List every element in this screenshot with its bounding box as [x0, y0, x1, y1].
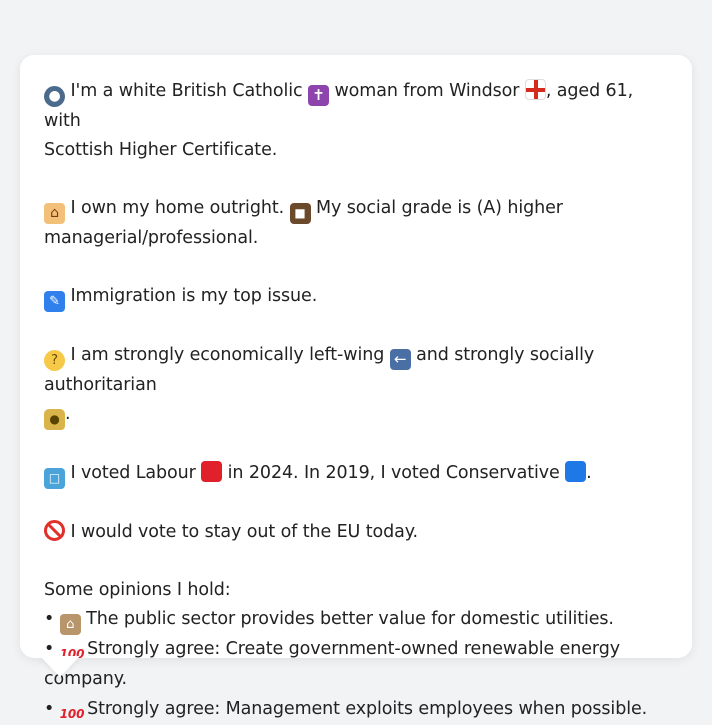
housing-text-c: managerial/professional. — [44, 228, 259, 248]
identity-text-b: woman from Windsor — [334, 81, 520, 101]
ideology-text-c: . — [65, 404, 71, 424]
latin-cross-icon: ✝ — [307, 85, 329, 106]
prohibited-icon — [44, 520, 65, 541]
opinions-list: • ⌂ The public sector provides better va… — [44, 605, 668, 725]
list-item: • 100 Strongly agree: Create government-… — [44, 639, 620, 689]
profile-card: ● I'm a white British Catholic ✝ woman f… — [20, 55, 692, 721]
voting-paragraph: □ I voted Labour in 2024. In 2019, I vot… — [44, 459, 668, 489]
ideology-text-a: I am strongly economically left-wing — [70, 345, 385, 365]
voting-text-b: in 2024. In 2019, I voted Conservative — [227, 463, 560, 483]
opinion-text: The public sector provides better value … — [86, 609, 614, 629]
identity-text-d: Scottish Higher Certificate. — [44, 140, 278, 160]
opinion-text: Strongly agree: Management exploits empl… — [87, 698, 648, 719]
opinion-text: Strongly agree: Create government-owned … — [44, 639, 620, 689]
ideology-paragraph: ? I am strongly economically left-wing ←… — [44, 341, 668, 430]
england-flag-icon — [524, 79, 546, 100]
thinking-face-icon: ? — [44, 350, 65, 371]
identity-paragraph: ● I'm a white British Catholic ✝ woman f… — [44, 77, 668, 165]
opinions-heading: Some opinions I hold: — [44, 580, 231, 600]
house-icon: ⌂ — [44, 203, 65, 224]
speech-bubble-tail — [40, 656, 80, 677]
blue-square-icon — [565, 461, 587, 482]
housing-text-b: My social grade is (A) higher — [316, 198, 563, 218]
voting-text-a: I voted Labour — [70, 463, 196, 483]
list-item: • 100 Strongly agree: Management exploit… — [44, 695, 668, 725]
hundred-points-icon: 100 — [59, 706, 85, 721]
person-icon: ● — [44, 86, 65, 107]
left-arrow-icon: ← — [389, 349, 411, 370]
red-square-icon — [201, 461, 223, 482]
passport-control-icon: ✎ — [44, 291, 65, 312]
identity-text-a: I'm a white British Catholic — [70, 81, 303, 101]
top-issue-paragraph: ✎ Immigration is my top issue. — [44, 282, 668, 312]
eu-text: I would vote to stay out of the EU today… — [70, 522, 418, 542]
voting-text-c: . — [586, 463, 592, 483]
list-item: • ⌂ The public sector provides better va… — [44, 605, 668, 635]
briefcase-icon: ■ — [289, 203, 311, 224]
housing-paragraph: ⌂ I own my home outright. ■ My social gr… — [44, 194, 668, 253]
lock-icon: ● — [44, 409, 65, 430]
housing-text-a: I own my home outright. — [70, 198, 285, 218]
classical-building-icon: ⌂ — [59, 614, 81, 635]
eu-paragraph: I would vote to stay out of the EU today… — [44, 518, 668, 547]
top-issue-text: Immigration is my top issue. — [70, 286, 318, 306]
ballot-box-icon: □ — [44, 468, 65, 489]
